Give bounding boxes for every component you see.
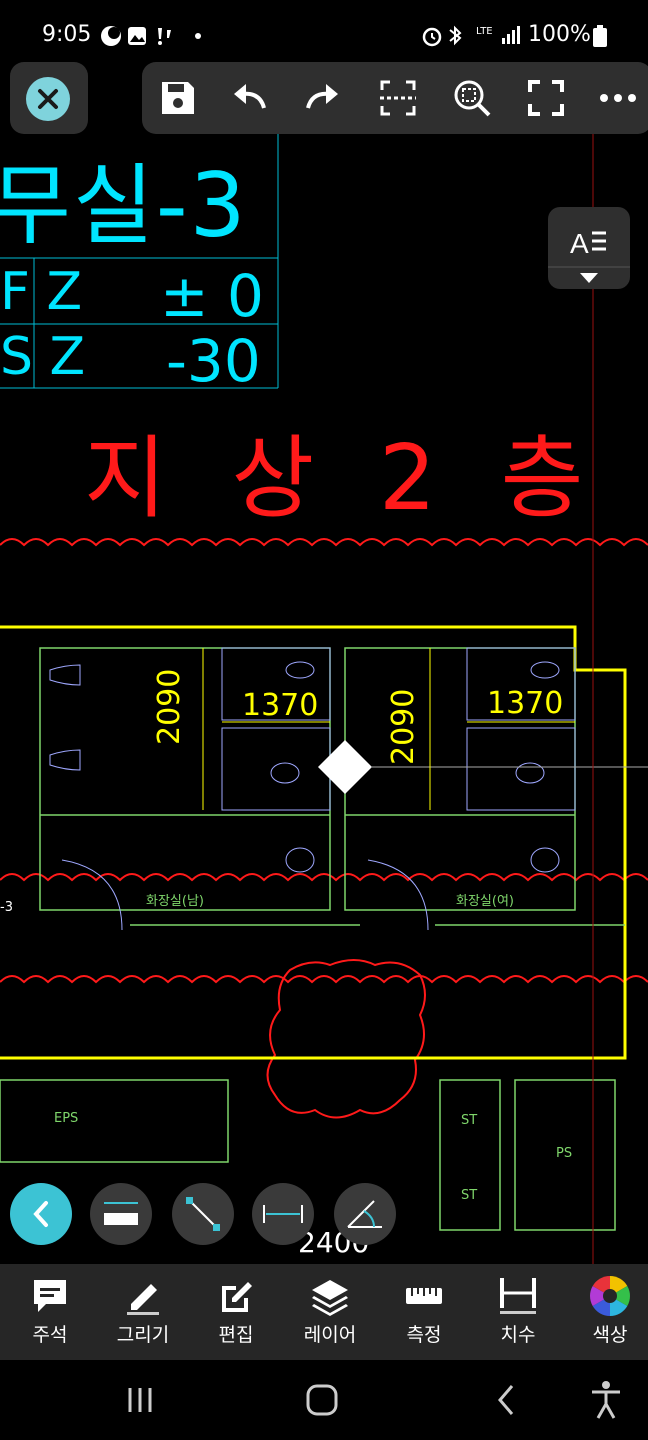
nav-label: 색상	[592, 1324, 628, 1346]
nav-label: 측정	[406, 1324, 442, 1346]
redo-icon[interactable]	[302, 78, 342, 118]
status-time: 9:05	[42, 22, 92, 47]
pencil-icon	[127, 1284, 159, 1315]
fz-label: F Z	[0, 262, 83, 322]
dimension-tool-button[interactable]	[252, 1183, 314, 1245]
status-left-icons	[101, 26, 201, 46]
accessibility-icon[interactable]	[586, 1378, 626, 1422]
room-female-label: 화장실(여)	[456, 894, 514, 909]
moon-icon	[101, 26, 121, 46]
angle-icon	[347, 1200, 382, 1228]
svg-text:A: A	[570, 228, 589, 259]
dim-height-left: 2090	[152, 668, 187, 745]
recent-apps-icon[interactable]	[120, 1382, 160, 1418]
battery-icon	[593, 25, 607, 47]
drawing-title: 무실-3	[0, 154, 248, 257]
line-icon	[186, 1197, 220, 1231]
status-right-icons: LTE	[422, 25, 520, 47]
ruler-icon	[406, 1288, 442, 1304]
sz-value: -30	[166, 327, 261, 395]
collapse-tools-button[interactable]	[10, 1183, 72, 1245]
dim-width-right: 1370	[487, 686, 564, 721]
nav-item-measure[interactable]: 측정	[378, 1264, 470, 1360]
layers-icon	[312, 1280, 348, 1316]
nav-label: 그리기	[116, 1324, 170, 1346]
nav-item-color[interactable]: 색상	[564, 1264, 648, 1360]
nav-item-dimension[interactable]: 치수	[472, 1264, 564, 1360]
back-icon[interactable]	[486, 1380, 526, 1420]
more-icon[interactable]	[598, 78, 638, 118]
text-style-icon: A	[548, 228, 630, 283]
close-button[interactable]	[10, 62, 88, 134]
top-toolbar	[142, 62, 648, 134]
room-male-label: 화장실(남)	[146, 894, 204, 909]
bluetooth-icon	[449, 25, 462, 46]
side-mark: -3	[0, 900, 13, 915]
close-icon	[26, 77, 70, 121]
floor-label: 지 상 2 층	[84, 426, 602, 531]
battery-percent: 100%	[528, 22, 591, 47]
crop-area-icon[interactable]	[378, 78, 418, 118]
st-label-2: ST	[461, 1188, 478, 1203]
eps-label: EPS	[54, 1111, 79, 1126]
ps-label: PS	[556, 1146, 573, 1161]
fz-value: ± 0	[160, 262, 264, 330]
dim-height-right: 2090	[386, 688, 421, 765]
status-bar: 9:05 LTE 100%	[0, 0, 648, 70]
dimension-icon	[500, 1278, 536, 1314]
zoom-fit-icon[interactable]	[452, 78, 492, 118]
nav-label: 레이어	[303, 1324, 357, 1346]
nav-item-layer[interactable]: 레이어	[284, 1264, 376, 1360]
angle-tool-button[interactable]	[334, 1183, 396, 1245]
measure-length-button[interactable]	[90, 1183, 152, 1245]
lte-icon: LTE	[476, 26, 493, 37]
nav-label: 편집	[218, 1324, 254, 1346]
dimension-icon	[263, 1205, 303, 1223]
undo-icon[interactable]	[230, 78, 270, 118]
nav-label: 주석	[32, 1324, 68, 1346]
home-icon[interactable]	[302, 1380, 342, 1420]
edit-icon	[222, 1282, 252, 1312]
nav-label: 치수	[500, 1324, 536, 1346]
signal-icon	[502, 26, 520, 44]
comment-icon	[34, 1280, 66, 1312]
save-icon[interactable]	[158, 78, 198, 118]
measure-length-icon	[104, 1202, 138, 1225]
color-wheel-icon	[590, 1276, 630, 1316]
dim-width-left: 1370	[242, 688, 319, 723]
text-style-button[interactable]: A	[548, 207, 630, 289]
nav-item-annotation[interactable]: 주석	[4, 1264, 96, 1360]
line-tool-button[interactable]	[172, 1183, 234, 1245]
st-label-1: ST	[461, 1113, 478, 1128]
alarm-icon	[422, 27, 442, 47]
selection-marker	[318, 740, 372, 794]
system-nav-bar	[0, 1360, 648, 1440]
chevron-left-icon	[33, 1201, 48, 1227]
gallery-icon	[128, 27, 146, 45]
sz-label: S Z	[0, 327, 86, 387]
fullscreen-icon[interactable]	[526, 78, 566, 118]
nav-item-edit[interactable]: 편집	[190, 1264, 282, 1360]
dot-icon	[195, 33, 201, 39]
nav-item-draw[interactable]: 그리기	[97, 1264, 189, 1360]
notification-icon	[158, 28, 171, 45]
bottom-nav: 주석 그리기 편집 레이어 측정 치수 색상	[0, 1264, 648, 1360]
